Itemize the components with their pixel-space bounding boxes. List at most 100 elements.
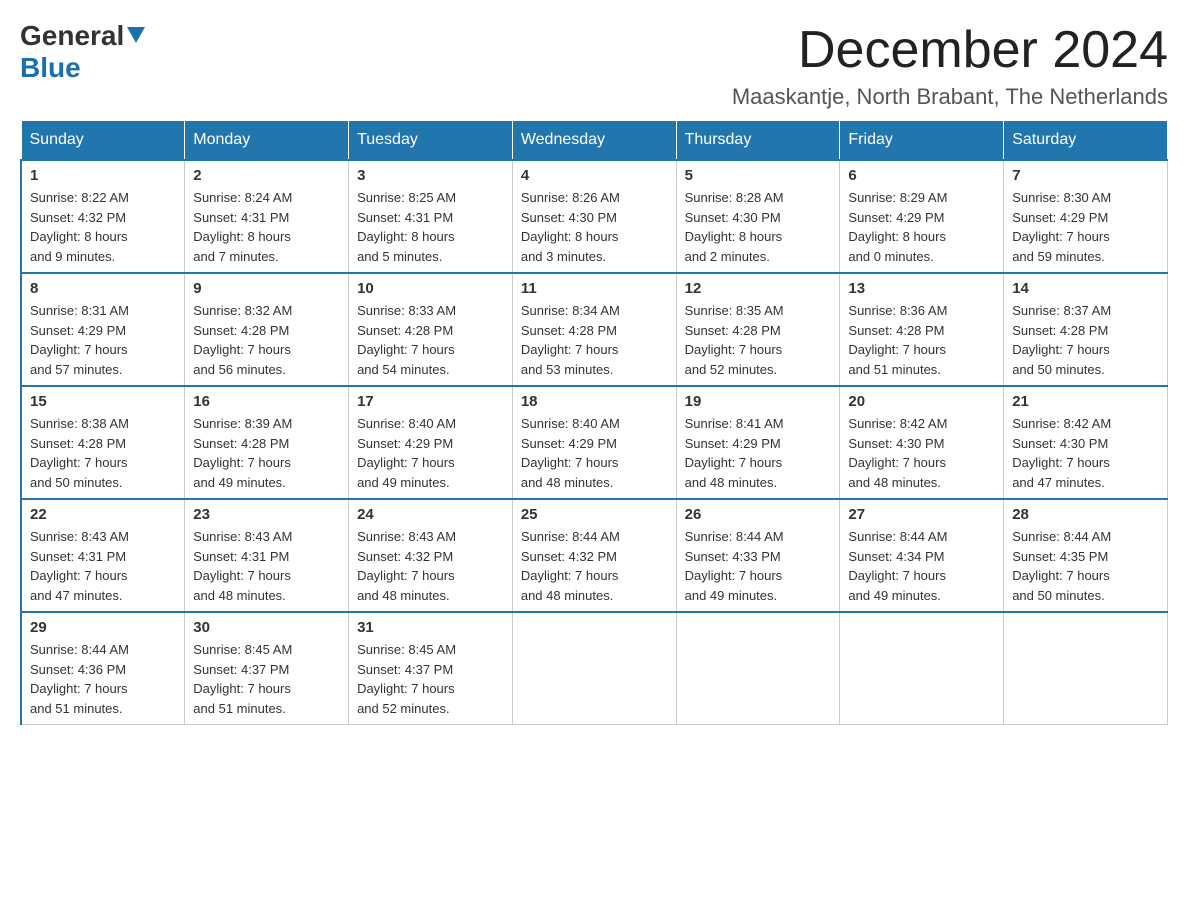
day-cell: 31 Sunrise: 8:45 AM Sunset: 4:37 PM Dayl… [349, 612, 513, 725]
day-number: 28 [1012, 506, 1159, 523]
day-cell: 8 Sunrise: 8:31 AM Sunset: 4:29 PM Dayli… [21, 273, 185, 386]
day-info: Sunrise: 8:44 AM Sunset: 4:36 PM Dayligh… [30, 640, 176, 718]
day-cell: 28 Sunrise: 8:44 AM Sunset: 4:35 PM Dayl… [1004, 499, 1168, 612]
day-number: 7 [1012, 167, 1159, 184]
month-title: December 2024 [732, 20, 1168, 80]
calendar-header: SundayMondayTuesdayWednesdayThursdayFrid… [21, 121, 1168, 161]
day-info: Sunrise: 8:26 AM Sunset: 4:30 PM Dayligh… [521, 188, 668, 266]
day-number: 11 [521, 280, 668, 297]
day-info: Sunrise: 8:40 AM Sunset: 4:29 PM Dayligh… [521, 414, 668, 492]
day-cell: 26 Sunrise: 8:44 AM Sunset: 4:33 PM Dayl… [676, 499, 840, 612]
day-info: Sunrise: 8:43 AM Sunset: 4:31 PM Dayligh… [193, 527, 340, 605]
day-number: 29 [30, 619, 176, 636]
day-number: 30 [193, 619, 340, 636]
day-info: Sunrise: 8:34 AM Sunset: 4:28 PM Dayligh… [521, 301, 668, 379]
title-section: December 2024 Maaskantje, North Brabant,… [732, 20, 1168, 110]
day-info: Sunrise: 8:30 AM Sunset: 4:29 PM Dayligh… [1012, 188, 1159, 266]
day-number: 4 [521, 167, 668, 184]
day-cell: 6 Sunrise: 8:29 AM Sunset: 4:29 PM Dayli… [840, 160, 1004, 273]
day-cell: 16 Sunrise: 8:39 AM Sunset: 4:28 PM Dayl… [185, 386, 349, 499]
day-number: 10 [357, 280, 504, 297]
day-info: Sunrise: 8:44 AM Sunset: 4:33 PM Dayligh… [685, 527, 832, 605]
day-cell: 29 Sunrise: 8:44 AM Sunset: 4:36 PM Dayl… [21, 612, 185, 725]
day-info: Sunrise: 8:42 AM Sunset: 4:30 PM Dayligh… [848, 414, 995, 492]
day-info: Sunrise: 8:44 AM Sunset: 4:35 PM Dayligh… [1012, 527, 1159, 605]
day-cell: 1 Sunrise: 8:22 AM Sunset: 4:32 PM Dayli… [21, 160, 185, 273]
day-number: 2 [193, 167, 340, 184]
logo-triangle-icon [127, 27, 145, 48]
day-info: Sunrise: 8:37 AM Sunset: 4:28 PM Dayligh… [1012, 301, 1159, 379]
day-cell: 22 Sunrise: 8:43 AM Sunset: 4:31 PM Dayl… [21, 499, 185, 612]
day-number: 16 [193, 393, 340, 410]
day-number: 12 [685, 280, 832, 297]
header-monday: Monday [185, 121, 349, 161]
header-friday: Friday [840, 121, 1004, 161]
day-cell: 12 Sunrise: 8:35 AM Sunset: 4:28 PM Dayl… [676, 273, 840, 386]
day-info: Sunrise: 8:44 AM Sunset: 4:32 PM Dayligh… [521, 527, 668, 605]
day-cell: 27 Sunrise: 8:44 AM Sunset: 4:34 PM Dayl… [840, 499, 1004, 612]
day-info: Sunrise: 8:45 AM Sunset: 4:37 PM Dayligh… [357, 640, 504, 718]
day-info: Sunrise: 8:28 AM Sunset: 4:30 PM Dayligh… [685, 188, 832, 266]
day-info: Sunrise: 8:29 AM Sunset: 4:29 PM Dayligh… [848, 188, 995, 266]
day-number: 24 [357, 506, 504, 523]
week-row-1: 1 Sunrise: 8:22 AM Sunset: 4:32 PM Dayli… [21, 160, 1168, 273]
day-cell: 17 Sunrise: 8:40 AM Sunset: 4:29 PM Dayl… [349, 386, 513, 499]
day-cell: 10 Sunrise: 8:33 AM Sunset: 4:28 PM Dayl… [349, 273, 513, 386]
page-header: General Blue December 2024 Maaskantje, N… [20, 20, 1168, 110]
day-number: 22 [30, 506, 176, 523]
day-number: 1 [30, 167, 176, 184]
calendar-body: 1 Sunrise: 8:22 AM Sunset: 4:32 PM Dayli… [21, 160, 1168, 725]
day-number: 17 [357, 393, 504, 410]
day-cell: 20 Sunrise: 8:42 AM Sunset: 4:30 PM Dayl… [840, 386, 1004, 499]
day-number: 20 [848, 393, 995, 410]
week-row-3: 15 Sunrise: 8:38 AM Sunset: 4:28 PM Dayl… [21, 386, 1168, 499]
day-info: Sunrise: 8:25 AM Sunset: 4:31 PM Dayligh… [357, 188, 504, 266]
day-cell: 13 Sunrise: 8:36 AM Sunset: 4:28 PM Dayl… [840, 273, 1004, 386]
day-info: Sunrise: 8:38 AM Sunset: 4:28 PM Dayligh… [30, 414, 176, 492]
day-info: Sunrise: 8:45 AM Sunset: 4:37 PM Dayligh… [193, 640, 340, 718]
week-row-5: 29 Sunrise: 8:44 AM Sunset: 4:36 PM Dayl… [21, 612, 1168, 725]
header-saturday: Saturday [1004, 121, 1168, 161]
location-subtitle: Maaskantje, North Brabant, The Netherlan… [732, 84, 1168, 110]
day-info: Sunrise: 8:43 AM Sunset: 4:31 PM Dayligh… [30, 527, 176, 605]
logo-general-text: General [20, 20, 124, 52]
day-cell: 19 Sunrise: 8:41 AM Sunset: 4:29 PM Dayl… [676, 386, 840, 499]
day-cell [840, 612, 1004, 725]
day-number: 25 [521, 506, 668, 523]
day-cell: 30 Sunrise: 8:45 AM Sunset: 4:37 PM Dayl… [185, 612, 349, 725]
day-cell: 9 Sunrise: 8:32 AM Sunset: 4:28 PM Dayli… [185, 273, 349, 386]
day-cell: 25 Sunrise: 8:44 AM Sunset: 4:32 PM Dayl… [512, 499, 676, 612]
logo: General Blue [20, 20, 145, 84]
header-wednesday: Wednesday [512, 121, 676, 161]
day-cell: 15 Sunrise: 8:38 AM Sunset: 4:28 PM Dayl… [21, 386, 185, 499]
day-cell: 3 Sunrise: 8:25 AM Sunset: 4:31 PM Dayli… [349, 160, 513, 273]
day-info: Sunrise: 8:36 AM Sunset: 4:28 PM Dayligh… [848, 301, 995, 379]
day-number: 23 [193, 506, 340, 523]
header-sunday: Sunday [21, 121, 185, 161]
day-number: 5 [685, 167, 832, 184]
day-number: 6 [848, 167, 995, 184]
day-number: 8 [30, 280, 176, 297]
day-info: Sunrise: 8:31 AM Sunset: 4:29 PM Dayligh… [30, 301, 176, 379]
day-cell: 5 Sunrise: 8:28 AM Sunset: 4:30 PM Dayli… [676, 160, 840, 273]
header-row: SundayMondayTuesdayWednesdayThursdayFrid… [21, 121, 1168, 161]
day-info: Sunrise: 8:32 AM Sunset: 4:28 PM Dayligh… [193, 301, 340, 379]
day-info: Sunrise: 8:35 AM Sunset: 4:28 PM Dayligh… [685, 301, 832, 379]
day-cell [1004, 612, 1168, 725]
day-number: 19 [685, 393, 832, 410]
day-info: Sunrise: 8:42 AM Sunset: 4:30 PM Dayligh… [1012, 414, 1159, 492]
header-thursday: Thursday [676, 121, 840, 161]
day-cell: 4 Sunrise: 8:26 AM Sunset: 4:30 PM Dayli… [512, 160, 676, 273]
week-row-4: 22 Sunrise: 8:43 AM Sunset: 4:31 PM Dayl… [21, 499, 1168, 612]
calendar-table: SundayMondayTuesdayWednesdayThursdayFrid… [20, 120, 1168, 725]
day-info: Sunrise: 8:43 AM Sunset: 4:32 PM Dayligh… [357, 527, 504, 605]
day-cell: 14 Sunrise: 8:37 AM Sunset: 4:28 PM Dayl… [1004, 273, 1168, 386]
day-number: 18 [521, 393, 668, 410]
day-cell: 24 Sunrise: 8:43 AM Sunset: 4:32 PM Dayl… [349, 499, 513, 612]
day-cell: 11 Sunrise: 8:34 AM Sunset: 4:28 PM Dayl… [512, 273, 676, 386]
day-number: 26 [685, 506, 832, 523]
day-number: 27 [848, 506, 995, 523]
day-number: 15 [30, 393, 176, 410]
day-info: Sunrise: 8:22 AM Sunset: 4:32 PM Dayligh… [30, 188, 176, 266]
day-number: 14 [1012, 280, 1159, 297]
